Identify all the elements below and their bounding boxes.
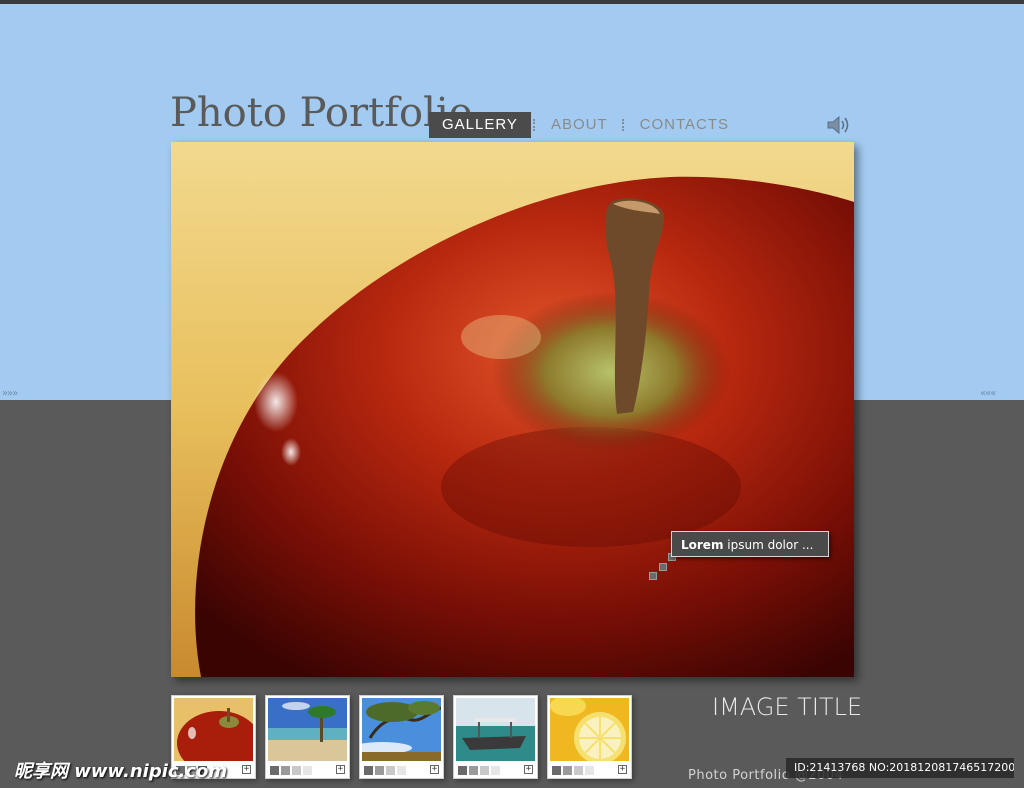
scroll-left-arrows[interactable]: »»» bbox=[2, 388, 18, 399]
plus-icon[interactable]: + bbox=[336, 765, 345, 774]
thumbnail-image bbox=[174, 698, 253, 761]
thumbnail-image bbox=[268, 698, 347, 761]
watermark-left: 昵享网 www.nipic.com bbox=[14, 761, 228, 782]
nav-contacts[interactable]: CONTACTS bbox=[628, 112, 741, 138]
thumbnail-boat[interactable]: + bbox=[453, 695, 538, 779]
tooltip-bold-text: Lorem bbox=[681, 538, 724, 552]
image-tooltip: Lorem ipsum dolor ... bbox=[671, 531, 829, 557]
image-title: IMAGE TITLE bbox=[712, 693, 863, 721]
plus-icon[interactable]: + bbox=[430, 765, 439, 774]
nav-about[interactable]: ABOUT bbox=[539, 112, 620, 138]
scroll-right-arrows[interactable]: ««« bbox=[980, 388, 996, 399]
nav-gallery[interactable]: GALLERY bbox=[429, 112, 531, 138]
main-nav: GALLERY ABOUT CONTACTS bbox=[429, 112, 741, 138]
speaker-icon[interactable] bbox=[826, 113, 852, 137]
main-photo bbox=[171, 142, 854, 677]
tooltip-connector bbox=[659, 563, 667, 571]
thumbnail-image bbox=[550, 698, 629, 761]
tooltip-text: ipsum dolor ... bbox=[723, 538, 814, 552]
thumbnail-strip: + + + + + bbox=[171, 695, 632, 779]
plus-icon[interactable]: + bbox=[618, 765, 627, 774]
thumbnail-tree[interactable]: + bbox=[359, 695, 444, 779]
nav-separator bbox=[621, 119, 626, 131]
plus-icon[interactable]: + bbox=[524, 765, 533, 774]
thumbnail-image bbox=[456, 698, 535, 761]
site-title: Photo Portfolio bbox=[170, 90, 473, 136]
nav-separator bbox=[532, 119, 537, 131]
thumbnail-beach[interactable]: + bbox=[265, 695, 350, 779]
thumbnail-lemon[interactable]: + bbox=[547, 695, 632, 779]
thumbnail-image bbox=[362, 698, 441, 761]
plus-icon[interactable]: + bbox=[242, 765, 251, 774]
tooltip-connector bbox=[649, 572, 657, 580]
watermark-right: ID:21413768 NO:20181208174651720000 bbox=[786, 758, 1014, 778]
